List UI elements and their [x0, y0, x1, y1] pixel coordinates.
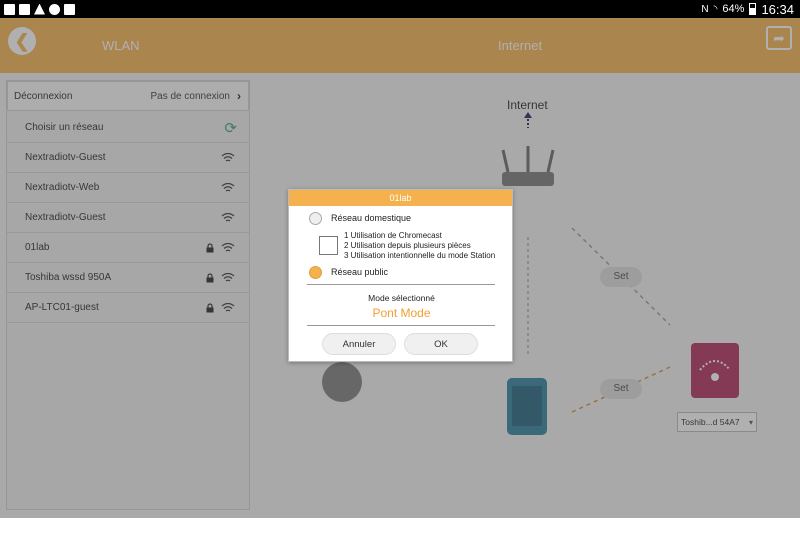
mode-value: Pont Mode [372, 306, 431, 320]
use-item: 2 Utilisation depuis plusieurs pièces [344, 241, 471, 250]
cancel-button[interactable]: Annuler [322, 333, 396, 355]
use-item: 3 Utilisation intentionnelle du mode Sta… [344, 251, 496, 260]
public-network-label: Réseau public [331, 267, 389, 277]
dialog-title: 01lab [289, 190, 512, 206]
network-mode-dialog: 01lab Réseau domestique 1 Utilisation de… [288, 189, 513, 362]
radio-home-network[interactable] [309, 212, 322, 225]
use-item: 1 Utilisation de Chromecast [344, 231, 442, 240]
ok-button[interactable]: OK [404, 333, 478, 355]
home-network-label: Réseau domestique [331, 213, 412, 223]
divider [307, 325, 495, 326]
uses-checkbox[interactable] [319, 236, 338, 255]
radio-public-network[interactable] [309, 266, 322, 279]
uses-list: 1 Utilisation de Chromecast 2 Utilisatio… [344, 231, 495, 261]
mode-label: Mode sélectionné [368, 293, 435, 303]
divider [307, 284, 495, 285]
